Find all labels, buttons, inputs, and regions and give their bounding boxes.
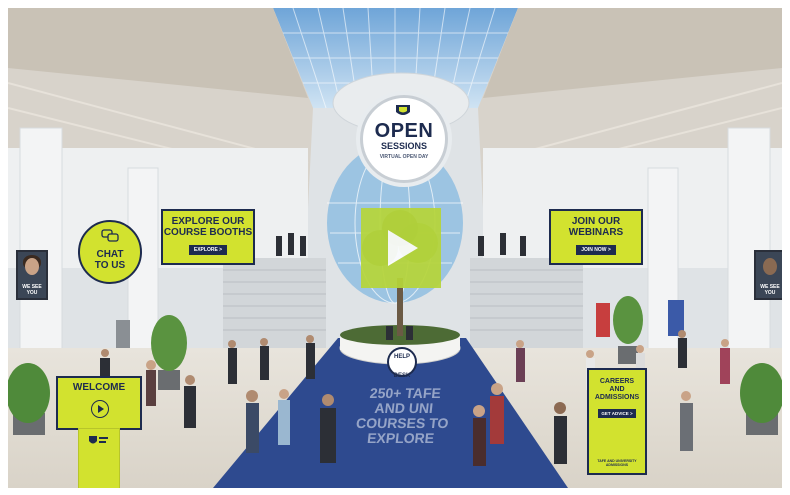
careers-line3: ADMISSIONS <box>594 394 640 401</box>
open-sessions-sign: OPEN SESSIONS VIRTUAL OPEN DAY <box>360 95 448 183</box>
portrait-face <box>763 258 777 275</box>
chat-label-line1: CHAT <box>96 249 124 260</box>
sign-tagline: VIRTUAL OPEN DAY <box>379 154 429 160</box>
sign-title: OPEN <box>374 120 434 142</box>
help-desk-line2: DESK <box>393 373 411 379</box>
portrait-panel-right: WE SEE YOU <box>754 250 782 300</box>
play-video-button[interactable] <box>361 208 441 288</box>
help-desk-sign[interactable]: HELP DESK <box>387 347 417 379</box>
webinars-title-line2: WEBINARS <box>568 227 624 238</box>
explore-button[interactable]: EXPLORE > <box>188 245 228 255</box>
chat-to-us-button[interactable]: CHAT TO US <box>78 220 142 284</box>
portrait-panel-left: WE SEE YOU <box>16 250 48 300</box>
welcome-stand <box>78 428 120 488</box>
join-webinars-banner[interactable]: JOIN OUR WEBINARS JOIN NOW > <box>549 209 643 265</box>
careers-line2: AND <box>609 386 625 393</box>
explore-title-line1: EXPLORE OUR <box>171 216 245 227</box>
careers-admissions-sign[interactable]: CAREERS AND ADMISSIONS GET ADVICE > TAFE… <box>587 368 647 475</box>
play-icon <box>388 230 418 266</box>
chat-label-line2: TO US <box>94 260 126 271</box>
careers-line1: CAREERS <box>599 378 635 385</box>
explore-title-line2: COURSE BOOTHS <box>163 227 253 238</box>
floor-line4: EXPLORE <box>366 430 435 446</box>
get-advice-button[interactable]: GET ADVICE > <box>598 409 636 418</box>
webinars-title-line1: JOIN OUR <box>571 216 621 227</box>
careers-note: TAFE AND UNIVERSITY ADMISSIONS <box>597 459 637 467</box>
shield-logo-icon <box>396 105 410 115</box>
welcome-label: WELCOME <box>72 382 126 393</box>
floor-line3: COURSES TO <box>355 415 450 431</box>
virtual-atrium-scene: OPEN SESSIONS VIRTUAL OPEN DAY EXPLORE O… <box>8 8 782 488</box>
portrait-face <box>25 258 39 275</box>
floor-line2: AND UNI <box>373 400 434 416</box>
explore-course-booths-banner[interactable]: EXPLORE OUR COURSE BOOTHS EXPLORE > <box>161 209 255 265</box>
chat-bubbles-icon <box>101 229 119 242</box>
help-desk-line1: HELP <box>393 354 410 360</box>
join-now-button[interactable]: JOIN NOW > <box>576 245 616 255</box>
portrait-left-caption-2: YOU <box>26 290 38 296</box>
play-circle-icon[interactable] <box>91 400 109 418</box>
floor-line1: 250+ TAFE <box>369 385 442 401</box>
sign-subtitle: SESSIONS <box>380 141 427 151</box>
floor-courses-text: 250+ TAFE AND UNI COURSES TO EXPLORE <box>325 385 481 446</box>
welcome-sign[interactable]: WELCOME <box>56 376 142 430</box>
portrait-right-caption-2: YOU <box>764 290 776 296</box>
shield-logo-icon <box>89 436 108 444</box>
